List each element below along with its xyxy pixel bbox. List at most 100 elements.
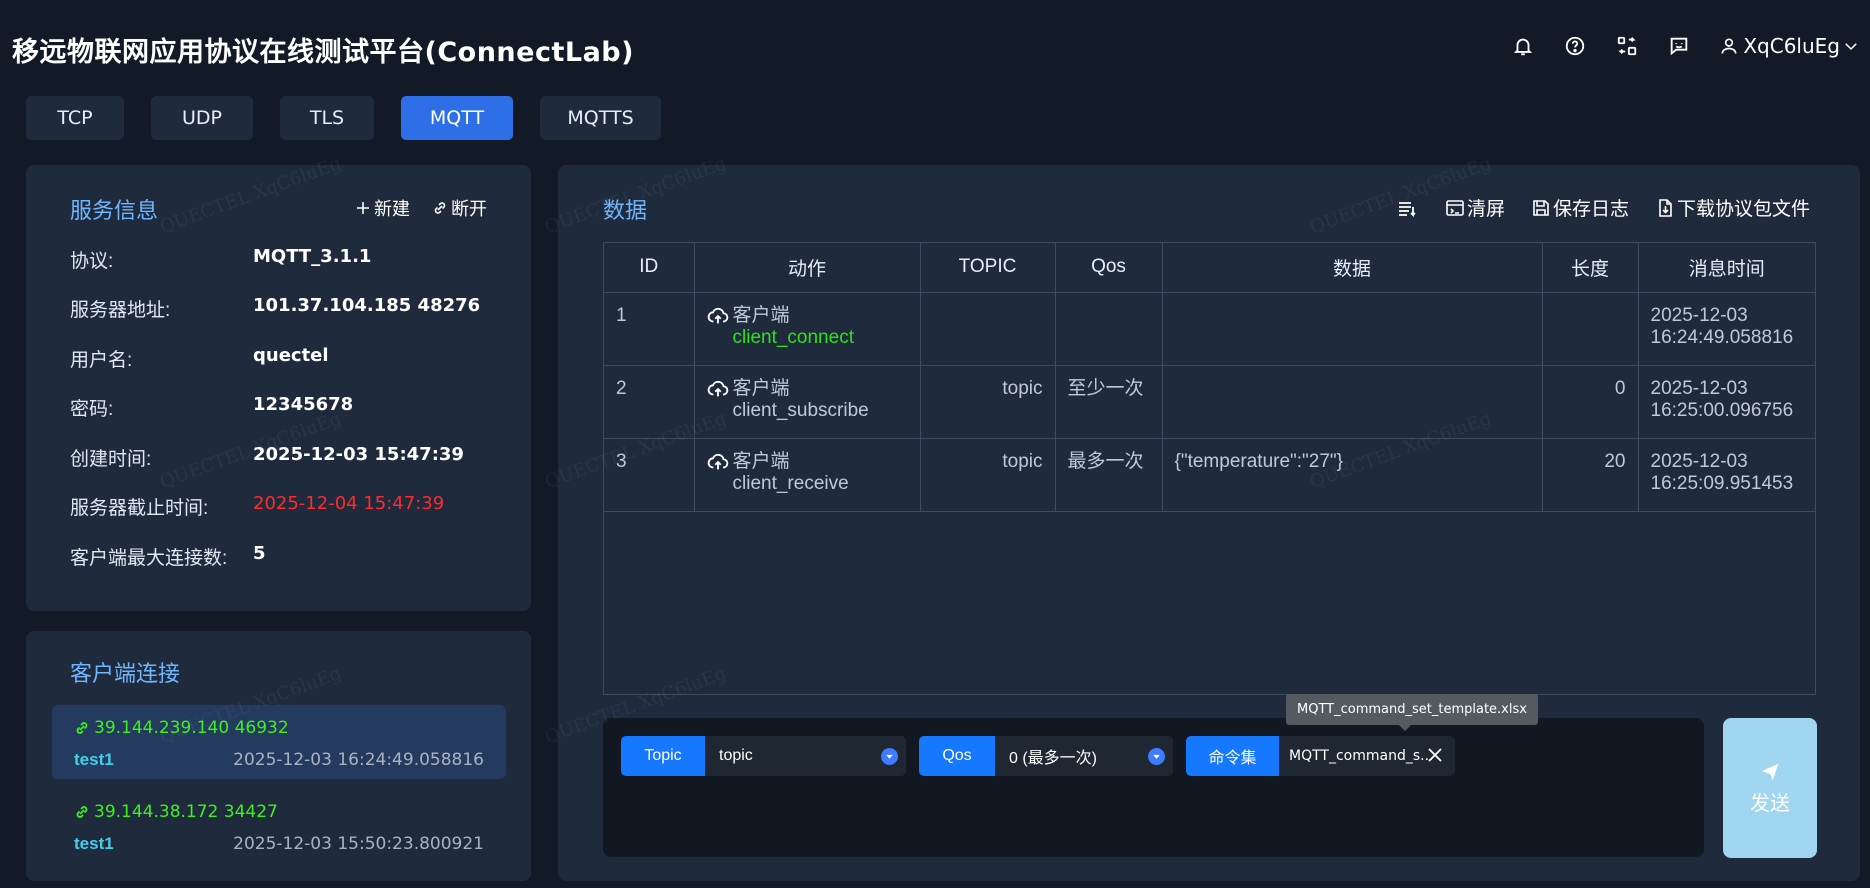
cmdset-file[interactable]: MQTT_command_s... [1279,736,1455,776]
table-row[interactable]: 2 客户端 client_subscribe topic 至少一次 0 2025… [604,365,1815,439]
cell-topic [920,292,1056,366]
client-address-text: 39.144.38.172 34427 [94,802,278,822]
disconnect-button[interactable]: 断开 [432,195,487,221]
client-name: test1 [74,750,114,769]
cmdset-tooltip: MQTT_command_set_template.xlsx [1286,694,1538,731]
info-row-protocol: 协议: MQTT_3.1.1 [70,246,371,273]
column-header-qos: Qos [1055,243,1163,293]
table-row[interactable]: 3 客户端 client_receive topic 最多一次 {"temper… [604,438,1815,512]
upload-cloud-icon [707,307,728,323]
transfer-icon[interactable] [1615,34,1639,58]
cell-qos: 最多一次 [1055,438,1163,512]
tab-tls[interactable]: TLS [280,96,374,140]
qos-param: Qos 0 (最多一次) [919,736,1173,776]
client-address-text: 39.144.239.140 46932 [94,718,289,738]
info-value-expiry: 2025-12-04 15:47:39 [253,493,445,514]
cell-time: 2025-12-03 16:24:49.058816 [1638,292,1815,366]
chevron-down-icon [1845,43,1857,51]
upload-cloud-icon [707,380,728,396]
save-log-button[interactable]: 保存日志 [1531,194,1629,221]
link-icon [76,806,88,818]
unlink-icon [434,202,446,214]
info-label: 客户端最大连接数: [70,548,228,569]
save-icon [1533,199,1549,216]
download-label: 下载协议包文件 [1676,199,1810,220]
data-title: 数据 [603,199,648,224]
time-clock: 16:25:00.096756 [1650,399,1794,421]
info-label: 创建时间: [70,449,152,470]
client-connections-title: 客户端连接 [70,662,181,687]
send-label: 发送 [1750,792,1790,815]
action-name: client_subscribe [732,399,869,421]
client-item[interactable]: 39.144.239.140 46932 test1 2025-12-03 16… [52,705,506,779]
download-file-icon [1659,198,1672,217]
cell-topic: topic [920,365,1056,439]
column-header-time: 消息时间 [1638,243,1815,293]
client-address: 39.144.38.172 34427 [74,802,278,822]
bell-icon[interactable] [1511,34,1535,58]
info-row-password: 密码: 12345678 [70,394,353,421]
protocol-tabs: TCP UDP TLS MQTT MQTTS [26,96,661,140]
header-toolbar: XqC6luEg [1483,34,1870,58]
client-item[interactable]: 39.144.38.172 34427 test1 2025-12-03 15:… [52,789,506,863]
clear-label: 清屏 [1466,199,1505,220]
service-info-title: 服务信息 [70,199,159,224]
topic-value: topic [719,747,753,764]
cell-time: 2025-12-03 16:25:09.951453 [1638,438,1815,512]
info-label: 服务器地址: [70,300,171,321]
cell-length: 0 [1542,365,1639,439]
column-header-topic: TOPIC [920,243,1056,293]
data-table: ID 动作 TOPIC Qos 数据 长度 消息时间 1 客户端 client_… [604,243,1815,512]
action-type: 客户端 [732,377,790,399]
download-package-button[interactable]: 下载协议包文件 [1655,194,1810,221]
info-row-server-address: 服务器地址: 101.37.104.185 48276 [70,295,480,322]
app-title: 移远物联网应用协议在线测试平台(ConnectLab) [12,37,634,68]
feedback-icon[interactable] [1667,34,1691,58]
clear-screen-button[interactable]: 清屏 [1445,194,1505,221]
client-name: test1 [74,834,114,853]
cell-action: 客户端 client_connect [694,292,921,366]
info-value: 2025-12-03 15:47:39 [253,444,464,465]
action-type: 客户端 [732,450,790,472]
info-label: 服务器截止时间: [70,498,209,519]
help-icon[interactable] [1563,34,1587,58]
send-icon [1761,763,1779,780]
cell-action: 客户端 client_receive [694,438,921,512]
info-label: 用户名: [70,350,133,371]
topic-select[interactable]: topic [705,736,906,776]
info-value: MQTT_3.1.1 [253,246,372,267]
time-date: 2025-12-03 [1650,304,1748,326]
action-type: 客户端 [732,304,790,326]
caret-down-icon [881,748,898,765]
table-row[interactable]: 1 客户端 client_connect 2025-12-03 16:24:49… [604,292,1815,366]
send-button[interactable]: 发送 [1723,718,1817,858]
info-row-expire-time: 服务器截止时间: 2025-12-04 15:47:39 [70,493,444,520]
tab-mqtt[interactable]: MQTT [401,96,513,140]
new-button[interactable]: 新建 [355,195,410,221]
list-icon [1398,201,1416,217]
column-header-length: 长度 [1542,243,1639,293]
cmdset-label: 命令集 [1186,736,1279,776]
service-info-panel: 服务信息 新建 断开 协议: MQTT_3.1.1 服务器地址: 101.37.… [26,165,531,611]
cmdset-param: 命令集 MQTT_command_s... [1186,736,1455,776]
cell-data [1162,365,1543,439]
data-table-container: ID 动作 TOPIC Qos 数据 长度 消息时间 1 客户端 client_… [603,242,1816,695]
tab-mqtts[interactable]: MQTTS [540,96,661,140]
cell-id: 1 [604,292,695,366]
column-header-id: ID [604,243,695,293]
list-button[interactable] [1397,198,1419,218]
time-date: 2025-12-03 [1650,450,1748,472]
cell-id: 3 [604,438,695,512]
disconnect-label: 断开 [451,199,487,219]
tab-tcp[interactable]: TCP [26,96,124,140]
user-icon [1721,38,1737,54]
time-clock: 16:25:09.951453 [1650,472,1794,494]
info-value: 101.37.104.185 48276 [253,295,481,316]
qos-select[interactable]: 0 (最多一次) [995,736,1173,776]
user-menu[interactable]: XqC6luEg [1719,34,1864,58]
close-icon[interactable] [1425,745,1445,765]
qos-label: Qos [919,736,995,776]
info-label: 密码: [70,399,114,420]
send-box: Topic topic Qos 0 (最多一次) 命令集 MQTT_comman… [603,694,1704,857]
tab-udp[interactable]: UDP [151,96,253,140]
